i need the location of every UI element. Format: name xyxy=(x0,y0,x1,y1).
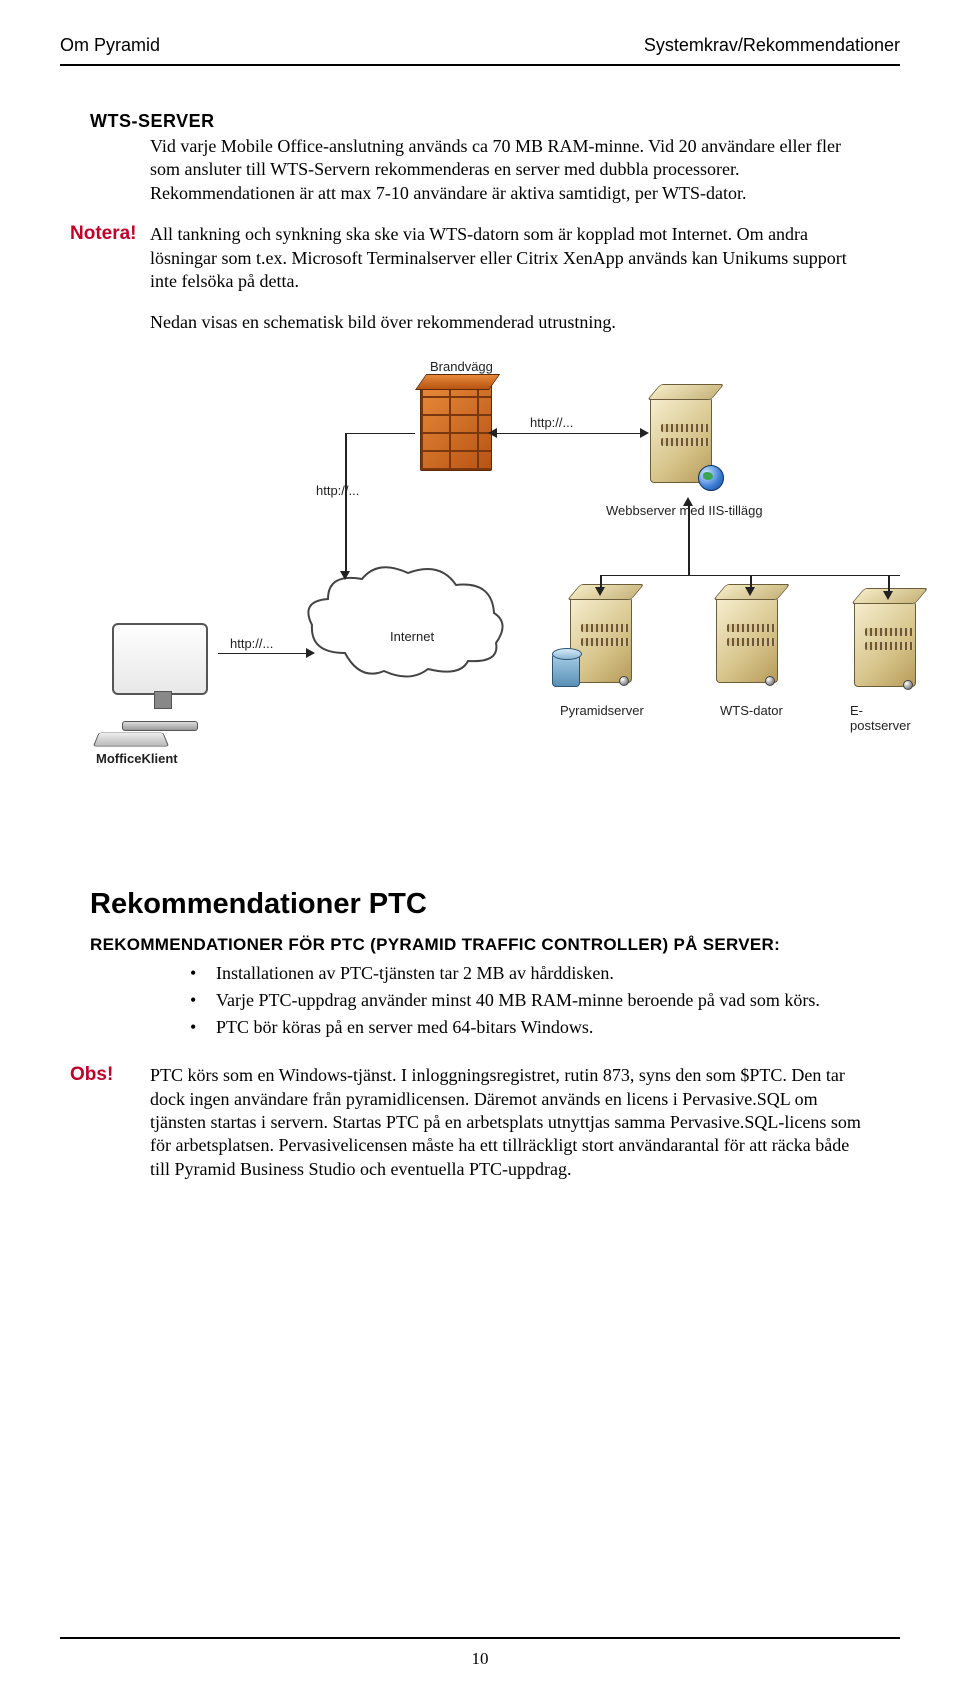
internet-cloud-icon xyxy=(300,563,510,683)
database-icon xyxy=(552,653,580,687)
list-item: PTC bör köras på en server med 64-bitars… xyxy=(190,1015,870,1040)
ptc-bullet-list: Installationen av PTC-tjänsten tar 2 MB … xyxy=(190,961,870,1041)
http-label-top: http://... xyxy=(530,415,573,430)
ptc-subheading: REKOMMENDATIONER FÖR PTC (PYRAMID TRAFFI… xyxy=(90,935,900,955)
pyramidserver-label: Pyramidserver xyxy=(560,703,644,718)
notera-block: Notera! All tankning och synkning ska sk… xyxy=(60,223,900,293)
ptc-heading: Rekommendationer PTC xyxy=(90,888,900,921)
globe-icon xyxy=(698,465,724,491)
notera-body: All tankning och synkning ska ske via WT… xyxy=(150,223,870,293)
wts-dator-label: WTS-dator xyxy=(720,703,783,718)
wts-server-paragraph: Vid varje Mobile Office-anslutning använ… xyxy=(150,135,870,205)
epostserver-icon xyxy=(850,587,928,697)
list-item: Varje PTC-uppdrag använder minst 40 MB R… xyxy=(190,988,870,1013)
obs-label: Obs! xyxy=(70,1064,150,1086)
page-footer: 10 xyxy=(60,1637,900,1669)
page-header: Om Pyramid Systemkrav/Rekommendationer xyxy=(60,35,900,66)
moffice-client-icon xyxy=(96,623,226,743)
header-left: Om Pyramid xyxy=(60,35,160,56)
wts-dator-icon xyxy=(712,583,790,693)
internet-label: Internet xyxy=(390,629,434,644)
obs-body: PTC körs som en Windows-tjänst. I inlogg… xyxy=(150,1064,870,1181)
network-diagram: Brandvägg Webbserver med IIS-tillägg htt… xyxy=(90,353,870,833)
obs-block: Obs! PTC körs som en Windows-tjänst. I i… xyxy=(60,1064,900,1181)
firewall-label: Brandvägg xyxy=(430,359,493,374)
schematic-intro: Nedan visas en schematisk bild över reko… xyxy=(150,311,870,334)
epostserver-label: E-postserver xyxy=(850,703,911,733)
wts-server-heading: WTS-SERVER xyxy=(90,111,900,132)
header-right: Systemkrav/Rekommendationer xyxy=(644,35,900,56)
notera-label: Notera! xyxy=(70,223,150,245)
list-item: Installationen av PTC-tjänsten tar 2 MB … xyxy=(190,961,870,986)
moffice-label: MofficeKlient xyxy=(96,751,178,766)
page-number: 10 xyxy=(472,1649,489,1668)
http-label-client: http://... xyxy=(230,636,273,651)
http-label-mid: http://... xyxy=(316,483,359,498)
firewall-icon xyxy=(420,383,492,471)
